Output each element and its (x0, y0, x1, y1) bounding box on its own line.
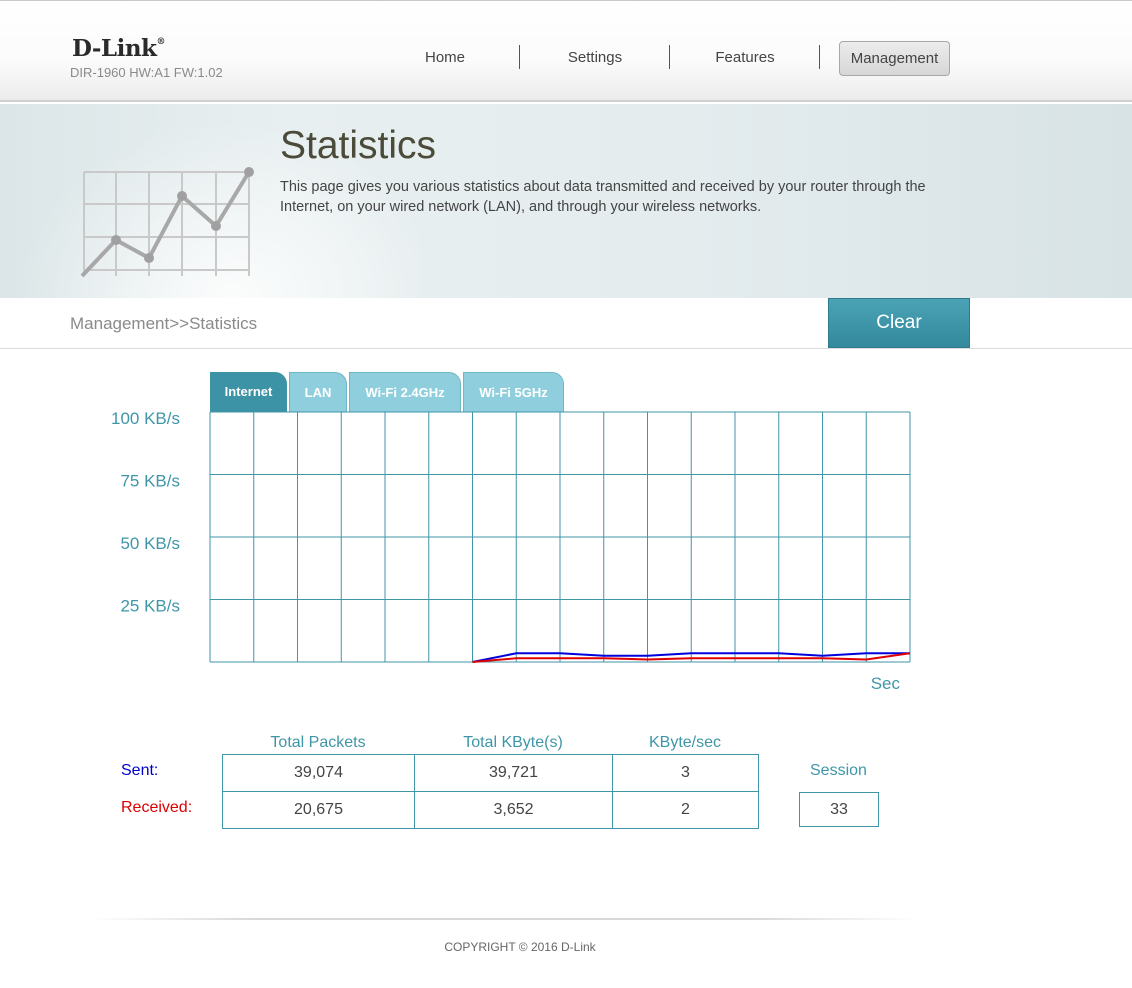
model-info: DIR-1960 HW:A1 FW:1.02 (70, 65, 223, 80)
nav-separator (519, 45, 520, 69)
breadcrumb-bar: Management>>Statistics Clear (0, 298, 1132, 349)
sent-total-kbytes: 39,721 (414, 754, 613, 792)
nav-separator (669, 45, 670, 69)
dlink-logo[interactable]: D-Link® (72, 35, 165, 62)
page-title: Statistics (280, 124, 437, 167)
logo-text: D-Link (72, 35, 157, 62)
received-total-packets: 20,675 (222, 791, 415, 829)
header-kbyte-sec: KByte/sec (648, 734, 722, 751)
sent-label: Sent: (121, 762, 159, 779)
page-description: This page gives you various statistics a… (280, 179, 926, 215)
y-tick-label: 50 KB/s (120, 534, 180, 553)
page-banner: Statistics This page gives you various s… (0, 104, 1132, 298)
session-value: 33 (799, 792, 879, 827)
header-total-packets: Total Packets (270, 734, 366, 751)
received-total-kbytes: 3,652 (414, 791, 613, 829)
sent-kbyte-sec: 3 (612, 754, 759, 792)
session-label: Session (810, 762, 867, 779)
table-row: 39,074 39,721 3 (222, 754, 759, 792)
header: D-Link® DIR-1960 HW:A1 FW:1.02 Home Sett… (0, 0, 1132, 102)
logo-registered-mark: ® (156, 37, 166, 47)
nav-features[interactable]: Features (700, 47, 790, 69)
header-total-kbytes: Total KByte(s) (463, 734, 563, 751)
nav-settings[interactable]: Settings (550, 47, 640, 69)
stats-table: 39,074 39,721 3 20,675 3,652 2 (222, 754, 759, 829)
clear-button[interactable]: Clear (828, 298, 970, 348)
y-tick-label: 75 KB/s (120, 472, 180, 491)
nav-separator (819, 45, 820, 69)
throughput-chart: 100 KB/s 75 KB/s 50 KB/s 25 KB/s Sec (111, 409, 911, 693)
breadcrumb: Management>>Statistics (70, 314, 258, 333)
table-row: 20,675 3,652 2 (222, 791, 759, 829)
copyright: COPYRIGHT © 2016 D-Link (444, 940, 596, 954)
footer-divider (90, 918, 920, 920)
y-tick-label: 100 KB/s (111, 409, 180, 428)
nav-home[interactable]: Home (405, 47, 485, 69)
received-kbyte-sec: 2 (612, 791, 759, 829)
nav-management[interactable]: Management (839, 41, 950, 76)
line-chart-illustration-icon (80, 167, 254, 278)
x-axis-label: Sec (871, 674, 901, 693)
received-label: Received: (121, 799, 193, 816)
sent-total-packets: 39,074 (222, 754, 415, 792)
y-tick-label: 25 KB/s (120, 597, 180, 616)
